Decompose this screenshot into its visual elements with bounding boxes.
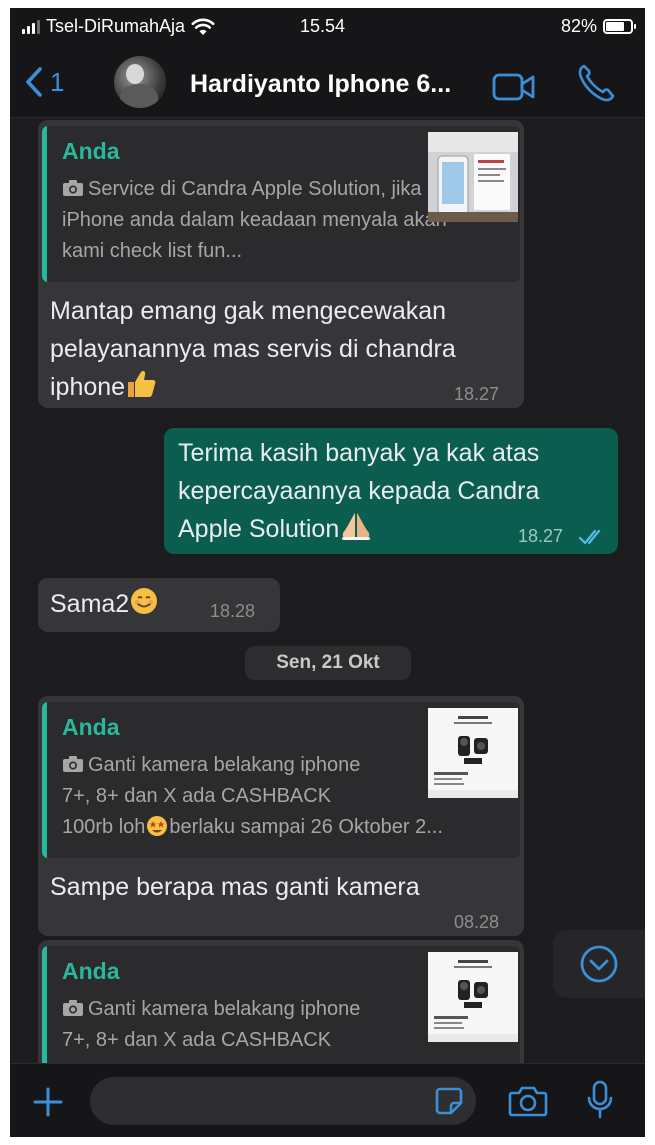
message-bubble[interactable]: Anda Ganti kamera belakang iphone 7+, 8+… bbox=[38, 696, 524, 936]
quoted-message[interactable]: Anda Service di Candra Apple Solution, j… bbox=[42, 126, 520, 282]
message-bubble[interactable]: Anda Service di Candra Apple Solution, j… bbox=[38, 120, 524, 408]
thumbs-up-icon bbox=[128, 371, 156, 397]
avatar[interactable] bbox=[114, 56, 166, 108]
quote-author: Anda bbox=[62, 714, 120, 740]
chevron-down-circle-icon bbox=[580, 945, 618, 983]
message-text: Sampe berapa mas ganti kamera bbox=[50, 873, 420, 901]
date-separator: Sen, 21 Okt bbox=[245, 646, 411, 680]
double-check-icon bbox=[578, 529, 601, 545]
quote-accent-bar bbox=[42, 126, 47, 282]
quote-text-container: Ganti kamera belakang iphone 7+, 8+ dan … bbox=[62, 994, 482, 1056]
quote-text-line-3b: berlaku sampai 26 Oktober 2... bbox=[169, 816, 443, 838]
message-time: 18.27 bbox=[454, 384, 500, 404]
message-text-container: Sama2 bbox=[50, 585, 159, 623]
message-time: 18.28 bbox=[210, 601, 256, 621]
quote-text-line-1: Ganti kamera belakang iphone bbox=[88, 754, 361, 776]
status-bar: Tsel-DiRumahAja 15.54 82% bbox=[10, 8, 645, 46]
phone-icon bbox=[578, 64, 615, 102]
quote-text-line-1: Ganti kamera belakang iphone bbox=[88, 998, 361, 1020]
voice-call-button[interactable] bbox=[576, 62, 616, 109]
wifi-icon bbox=[191, 18, 215, 35]
smiling-face-icon bbox=[131, 588, 158, 614]
message-time: 08.28 bbox=[454, 912, 500, 932]
chat-screen: Tsel-DiRumahAja 15.54 82% 1 Hardiyanto I… bbox=[10, 8, 645, 1137]
battery-percent: 82% bbox=[560, 16, 597, 36]
status-right: 82% bbox=[560, 16, 636, 37]
message-text: Sama2 bbox=[50, 590, 130, 618]
message-bubble-outgoing[interactable]: Terima kasih banyak ya kak atas kepercay… bbox=[164, 428, 618, 554]
battery-icon bbox=[603, 19, 636, 34]
camera-icon bbox=[63, 1000, 83, 1016]
sticker-icon[interactable] bbox=[434, 1086, 464, 1116]
quote-text-line-3a: 100rb loh bbox=[62, 816, 146, 838]
unread-count: 1 bbox=[50, 66, 65, 97]
star-struck-icon bbox=[147, 816, 168, 836]
message-time: 18.27 bbox=[518, 526, 564, 546]
message-bubble[interactable]: Sama2 18.28 bbox=[38, 578, 280, 632]
status-time: 15.54 bbox=[300, 16, 346, 36]
composer-bar bbox=[10, 1063, 645, 1137]
camera-icon bbox=[63, 756, 83, 772]
video-call-button[interactable] bbox=[492, 72, 536, 107]
quote-author: Anda bbox=[62, 138, 120, 164]
quoted-message[interactable]: Anda Ganti kamera belakang iphone 7+, 8+… bbox=[42, 702, 520, 858]
message-text-container: Mantap emang gak mengecewakan pelayanann… bbox=[50, 292, 518, 406]
back-button[interactable]: 1 bbox=[24, 66, 64, 98]
message-text: Mantap emang gak mengecewakan pelayanann… bbox=[50, 297, 456, 401]
quote-text-container: Service di Candra Apple Solution, jika i… bbox=[62, 174, 462, 268]
quote-text-line-2: 7+, 8+ dan X ada CASHBACK bbox=[62, 1029, 332, 1051]
video-camera-icon bbox=[492, 73, 535, 101]
chevron-left-icon bbox=[26, 67, 42, 97]
carrier-name: Tsel-DiRumahAja bbox=[46, 16, 186, 36]
status-left: Tsel-DiRumahAja bbox=[22, 16, 215, 37]
camera-icon[interactable] bbox=[508, 1084, 548, 1118]
quote-text-line-2: 7+, 8+ dan X ada CASHBACK bbox=[62, 785, 332, 807]
scroll-to-bottom-button[interactable] bbox=[553, 930, 645, 998]
quote-thumbnail-image bbox=[428, 708, 518, 798]
chat-header: 1 Hardiyanto Iphone 6... bbox=[10, 46, 645, 118]
quote-accent-bar bbox=[42, 702, 47, 858]
quote-thumbnail-image bbox=[428, 952, 518, 1042]
contact-name[interactable]: Hardiyanto Iphone 6... bbox=[190, 70, 451, 99]
quote-thumbnail-image bbox=[428, 132, 518, 222]
quote-text-container: Ganti kamera belakang iphone 7+, 8+ dan … bbox=[62, 750, 482, 843]
message-input[interactable] bbox=[90, 1077, 476, 1125]
signal-icon bbox=[22, 19, 40, 34]
quote-text: Service di Candra Apple Solution, jika i… bbox=[62, 178, 447, 262]
quote-author: Anda bbox=[62, 958, 120, 984]
folded-hands-icon bbox=[342, 513, 371, 540]
plus-icon[interactable] bbox=[32, 1086, 64, 1118]
microphone-icon[interactable] bbox=[586, 1080, 614, 1120]
camera-icon bbox=[63, 180, 83, 196]
